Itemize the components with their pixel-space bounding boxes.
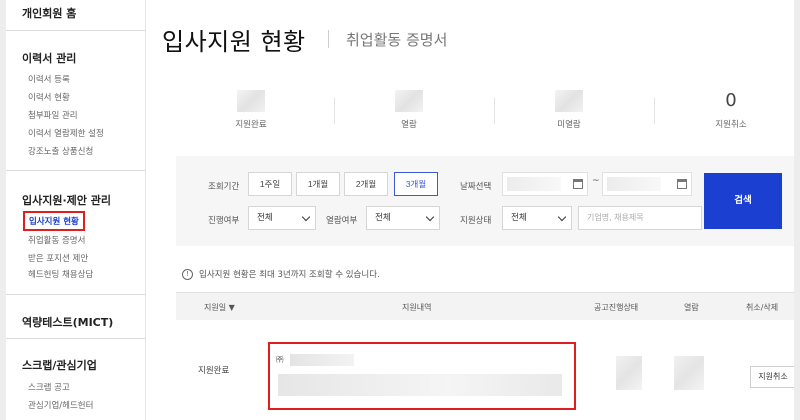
- sidebar-section-resume[interactable]: 이력서 관리: [22, 50, 76, 66]
- sidebar-item-headhunting[interactable]: 헤드헌팅 채용상담: [28, 268, 93, 280]
- search-button[interactable]: 검색: [704, 173, 782, 229]
- sidebar-item-employment-certificate[interactable]: 취업활동 증명서: [28, 234, 85, 246]
- progress-select-value: 전체: [257, 213, 273, 223]
- stat-label: 지원취소: [715, 120, 747, 130]
- date-masked: [507, 177, 561, 191]
- page-title: 입사지원 현황: [162, 28, 306, 56]
- column-cancel-delete: 취소/삭제: [746, 303, 779, 312]
- sidebar-item-view-restriction[interactable]: 이력서 열람제한 설정: [28, 127, 104, 139]
- sidebar-section-applications[interactable]: 입사지원·제안 관리: [22, 192, 111, 208]
- stat-viewed[interactable]: 열람: [344, 90, 474, 130]
- period-button-1month[interactable]: 1개월: [296, 172, 340, 196]
- cancel-application-button[interactable]: 지원취소: [750, 366, 794, 388]
- stat-label: 미열람: [557, 120, 581, 130]
- sidebar-item-scrap-jobs[interactable]: 스크랩 공고: [28, 381, 70, 393]
- sidebar-item-interested-companies[interactable]: 관심기업/헤드헌터: [28, 399, 93, 411]
- status-select[interactable]: 전체: [502, 206, 572, 230]
- company-name-masked: [290, 354, 354, 366]
- status-select-value: 전체: [511, 213, 527, 223]
- company-prefix: ㈜: [276, 355, 284, 364]
- sidebar-divider: [6, 170, 146, 171]
- period-label: 조회기간: [208, 182, 240, 192]
- stat-divider: [494, 98, 495, 124]
- progress-select[interactable]: 전체: [248, 206, 316, 230]
- calendar-icon[interactable]: [677, 179, 687, 189]
- stat-value: 0: [725, 90, 737, 111]
- stat-value-masked: [395, 90, 423, 112]
- sidebar-item-resume-register[interactable]: 이력서 등록: [28, 73, 70, 85]
- progress-label: 진행여부: [208, 216, 240, 226]
- sidebar-item-highlight-product[interactable]: 강조노출 상품신청: [28, 145, 93, 157]
- date-end-input[interactable]: [602, 172, 692, 196]
- stat-value-masked: [555, 90, 583, 112]
- stat-label: 열람: [401, 120, 417, 130]
- job-title-masked: [278, 374, 562, 396]
- date-start-input[interactable]: [502, 172, 588, 196]
- period-button-2months[interactable]: 2개월: [344, 172, 388, 196]
- posting-status-masked: [616, 356, 642, 390]
- employment-certificate-link[interactable]: 취업활동 증명서: [346, 29, 447, 50]
- sidebar-item-application-status[interactable]: 입사지원 현황: [23, 211, 85, 231]
- chevron-down-icon: [557, 212, 567, 222]
- page-frame: 개인회원 홈 이력서 관리 이력서 등록 이력서 현황 첨부파일 관리 이력서 …: [6, 0, 794, 420]
- column-apply-date[interactable]: 지원일 ▼: [204, 302, 235, 313]
- read-select-value: 전체: [375, 213, 391, 223]
- status-label: 지원상태: [460, 216, 492, 226]
- stat-label: 지원완료: [235, 120, 267, 130]
- stat-divider: [654, 98, 655, 124]
- filter-panel: 조회기간 1주일 1개월 2개월 3개월 날짜선택 ~ 진행여부 전체 열람여부: [176, 156, 794, 246]
- stat-divider: [334, 98, 335, 124]
- chevron-down-icon: [301, 212, 311, 222]
- sidebar-item-resume-status[interactable]: 이력서 현황: [28, 91, 70, 103]
- stat-value-masked: [237, 90, 265, 112]
- stat-unviewed[interactable]: 미열람: [504, 90, 634, 130]
- keyword-placeholder: 기업명, 채용제목: [587, 213, 644, 222]
- sidebar-divider: [6, 30, 146, 31]
- sidebar-home-link[interactable]: 개인회원 홈: [22, 5, 76, 21]
- title-divider: [328, 30, 329, 48]
- application-detail-highlight[interactable]: ㈜: [268, 342, 576, 410]
- column-apply-detail: 지원내역: [402, 303, 432, 312]
- read-label: 열람여부: [326, 216, 358, 226]
- row-status: 지원완료: [198, 366, 230, 376]
- stat-applied[interactable]: 지원완료: [186, 90, 316, 130]
- read-select[interactable]: 전체: [366, 206, 440, 230]
- calendar-icon[interactable]: [573, 179, 583, 189]
- date-separator: ~: [592, 176, 600, 186]
- table-header: 지원일 ▼ 지원내역 공고진행상태 열람 취소/삭제: [176, 292, 794, 320]
- sidebar: 개인회원 홈 이력서 관리 이력서 등록 이력서 현황 첨부파일 관리 이력서 …: [6, 0, 146, 420]
- main-content: 입사지원 현황 취업활동 증명서 지원완료 열람 미열람 0 지원취소 조회기간…: [146, 0, 794, 420]
- period-button-1week[interactable]: 1주일: [248, 172, 292, 196]
- keyword-input[interactable]: 기업명, 채용제목: [578, 206, 702, 230]
- sidebar-divider: [6, 338, 146, 339]
- date-masked: [607, 177, 661, 191]
- table-row: 지원완료 ㈜ 지원취소: [176, 322, 794, 420]
- period-button-3months[interactable]: 3개월: [394, 172, 438, 196]
- notice: ! 입사지원 현황은 최대 3년까지 조회할 수 있습니다.: [182, 268, 380, 280]
- viewed-status-masked: [674, 356, 704, 390]
- column-viewed: 열람: [684, 303, 699, 312]
- chevron-down-icon: [425, 212, 435, 222]
- sidebar-divider: [6, 294, 146, 295]
- sidebar-item-position-offers[interactable]: 받은 포지션 제안: [28, 252, 88, 264]
- sidebar-section-scrap[interactable]: 스크랩/관심기업: [22, 357, 97, 373]
- stat-cancelled[interactable]: 0 지원취소: [666, 90, 794, 130]
- notice-text: 입사지원 현황은 최대 3년까지 조회할 수 있습니다.: [199, 270, 380, 280]
- date-label: 날짜선택: [460, 182, 492, 192]
- info-icon: !: [182, 268, 193, 280]
- sidebar-item-attachments[interactable]: 첨부파일 관리: [28, 109, 78, 121]
- sidebar-section-mict[interactable]: 역량테스트(MICT): [22, 314, 113, 330]
- column-posting-status: 공고진행상태: [594, 303, 639, 312]
